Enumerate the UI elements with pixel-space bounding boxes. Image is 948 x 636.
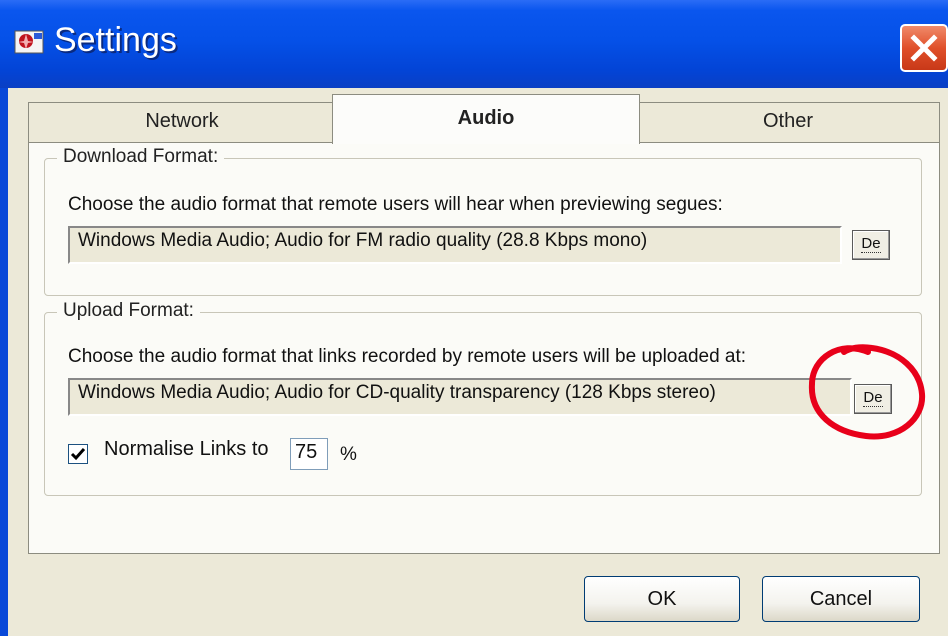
upload-format-details-label: De bbox=[863, 389, 883, 407]
upload-format-legend: Upload Format: bbox=[57, 300, 200, 322]
ok-button[interactable]: OK bbox=[584, 576, 740, 622]
tab-other[interactable]: Other bbox=[636, 102, 940, 142]
title-bar[interactable]: Settings bbox=[0, 0, 948, 88]
close-icon bbox=[910, 34, 938, 62]
settings-app-icon bbox=[14, 30, 44, 54]
normalise-links-label[interactable]: Normalise Links to bbox=[104, 438, 269, 461]
download-format-field: Windows Media Audio; Audio for FM radio … bbox=[68, 226, 842, 264]
download-format-details-label: De bbox=[861, 235, 881, 253]
settings-window: Settings Network Other Audio Download Fo… bbox=[0, 0, 948, 636]
window-title: Settings bbox=[54, 21, 177, 59]
upload-format-field: Windows Media Audio; Audio for CD-qualit… bbox=[68, 378, 852, 416]
normalise-links-checkbox[interactable] bbox=[68, 444, 88, 464]
download-format-details-button[interactable]: De bbox=[852, 230, 890, 260]
upload-format-description: Choose the audio format that links recor… bbox=[68, 346, 747, 367]
download-format-description: Choose the audio format that remote user… bbox=[68, 194, 723, 215]
cancel-button[interactable]: Cancel bbox=[762, 576, 920, 622]
checkmark-icon bbox=[70, 448, 86, 461]
upload-format-details-button[interactable]: De bbox=[854, 384, 892, 414]
normalise-percent-input[interactable]: 75 bbox=[290, 438, 328, 470]
tab-audio[interactable]: Audio bbox=[332, 94, 640, 144]
download-format-legend: Download Format: bbox=[57, 146, 225, 168]
percent-sign: % bbox=[340, 444, 357, 465]
close-button[interactable] bbox=[900, 24, 948, 72]
tab-network[interactable]: Network bbox=[28, 102, 336, 142]
